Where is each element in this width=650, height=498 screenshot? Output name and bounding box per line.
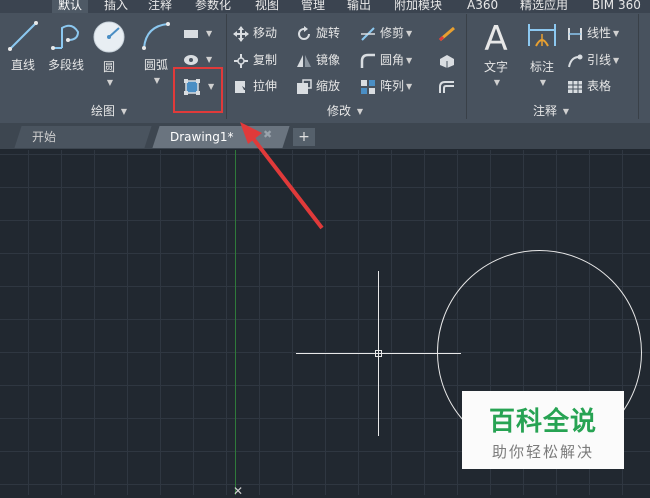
watermark-logo: 百科全说 助你轻松解决 [462, 391, 624, 469]
watermark-subtitle: 助你轻松解决 [491, 443, 594, 461]
watermark-title: 百科全说 [488, 407, 597, 437]
